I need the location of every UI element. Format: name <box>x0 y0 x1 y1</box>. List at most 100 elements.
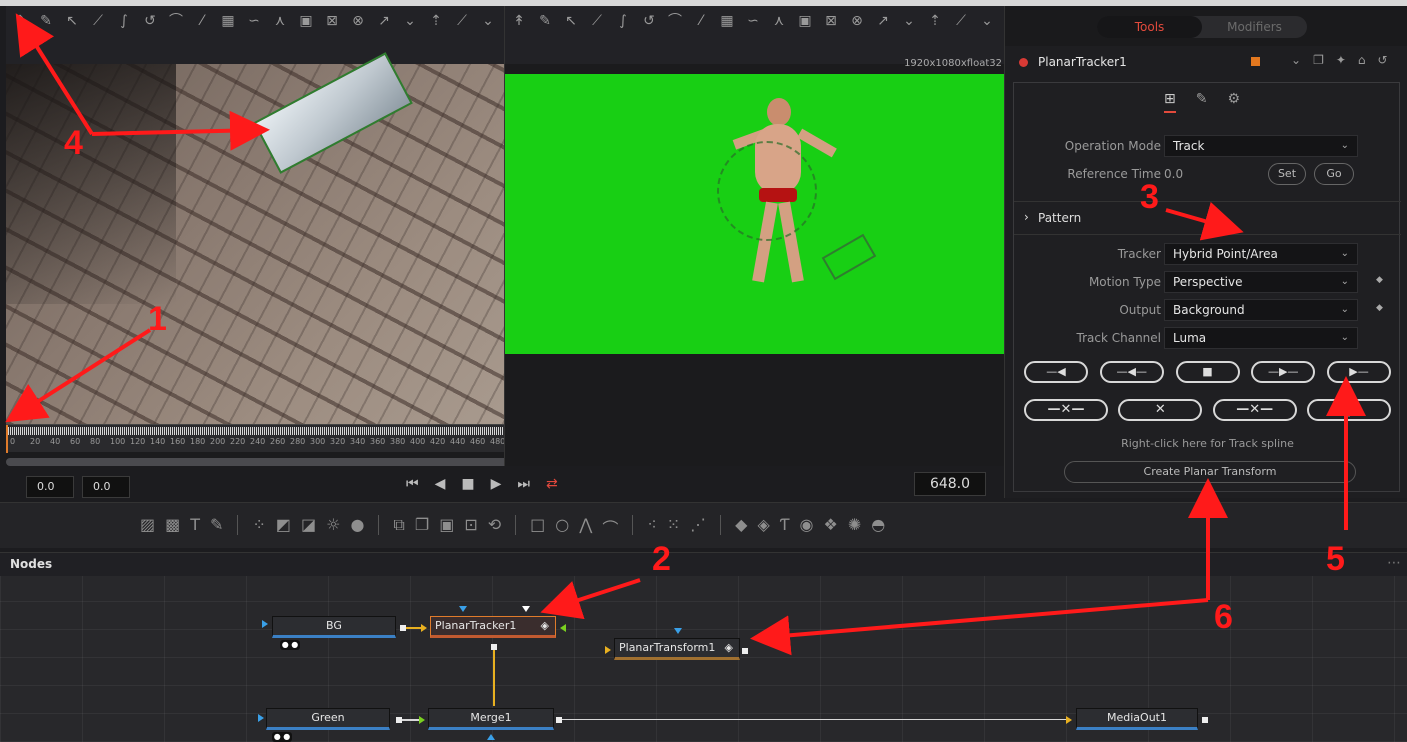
text-icon[interactable]: T <box>190 515 200 539</box>
playhead[interactable] <box>6 425 8 453</box>
transform-icon[interactable]: ⟲ <box>488 515 501 539</box>
paint-icon[interactable]: ✎ <box>210 515 223 539</box>
clear-before-button[interactable]: —✕— <box>1024 399 1108 421</box>
points-icon[interactable]: ⋏ <box>771 12 787 30</box>
operation-mode-dropdown[interactable]: Track ⌄ <box>1164 135 1358 157</box>
extra-tool-icon[interactable]: ⇡ <box>927 12 943 30</box>
reset-icon[interactable]: ↺ <box>1378 53 1388 67</box>
node-editor[interactable]: BG ● ● PlanarTracker1 ◈ PlanarTransform1 ◈… <box>0 576 1407 742</box>
chevron-down-icon[interactable]: ⌄ <box>979 12 995 30</box>
shape-icon[interactable]: ⊗ <box>849 12 865 30</box>
resize-icon[interactable]: ⊡ <box>464 515 477 539</box>
viewer-right[interactable]: ↟ ✎ ↖ ⟋ ∫ ↺ ⌒ ⁄ ▦ ∽ ⋏ ▣ ⊠ ⊗ ↗ ⌄ ⇡ ⟋ ⌄ 19… <box>504 6 1005 498</box>
tracker-side-input[interactable] <box>560 624 566 632</box>
current-frame-field[interactable]: 648.0 <box>914 472 986 496</box>
merge-output-square[interactable] <box>556 717 562 723</box>
shape3d-icon[interactable]: ◆ <box>735 515 747 539</box>
media-icon[interactable]: ▩ <box>165 515 180 539</box>
go-button[interactable]: Go <box>1314 163 1354 185</box>
in-point-field[interactable]: 0.0 <box>26 476 74 498</box>
play-reverse-icon[interactable]: ◀ <box>435 476 446 492</box>
go-to-start-icon[interactable]: ⏮ <box>406 476 419 492</box>
line-icon[interactable]: ⁄ <box>194 12 210 30</box>
bspline-icon[interactable]: ∫ <box>615 12 631 30</box>
loop-icon[interactable]: ↺ <box>641 12 657 30</box>
layer-icon[interactable]: ❐ <box>415 515 429 539</box>
particles-icon[interactable]: ⁘ <box>252 515 265 539</box>
imageplane3d-icon[interactable]: ❖ <box>824 515 838 539</box>
controls-page-icon[interactable]: ⊞ <box>1164 91 1176 113</box>
chevron-down-icon[interactable]: ⌄ <box>1291 53 1301 67</box>
timeline-ruler[interactable]: 0 20 40 60 80 100 120 140 160 180 200 220 240 260 280 3… <box>6 424 505 453</box>
output-dropdown[interactable]: Background ⌄ <box>1164 299 1358 321</box>
node-green[interactable]: Green <box>266 708 390 730</box>
extra-tool-icon[interactable]: ⇡ <box>428 12 444 30</box>
node-bg[interactable]: BG <box>272 616 396 638</box>
brush-icon[interactable]: ⟋ <box>454 12 470 30</box>
node-planar-tracker[interactable]: PlanarTracker1 ◈ <box>430 616 556 638</box>
tracker-top-input[interactable] <box>459 606 467 612</box>
node-merge[interactable]: Merge1 <box>428 708 554 730</box>
bspline-icon[interactable]: ∫ <box>116 12 132 30</box>
track-to-end-button[interactable]: ▶— <box>1327 361 1391 383</box>
tracker-dropdown[interactable]: Hybrid Point/Area ⌄ <box>1164 243 1358 265</box>
settings-page-icon[interactable]: ✎ <box>1196 91 1208 113</box>
track-backward-button[interactable]: —◀— <box>1099 361 1164 383</box>
options-page-icon[interactable]: ⚙ <box>1227 91 1240 113</box>
transform-circle-guide[interactable] <box>717 141 817 241</box>
create-planar-transform-button[interactable]: Create Planar Transform <box>1064 461 1356 483</box>
select-icon[interactable]: ↖ <box>64 12 80 30</box>
version-icon[interactable]: ❐ <box>1313 53 1324 67</box>
transform-top-input[interactable] <box>674 628 682 634</box>
tracker-top-input-2[interactable] <box>522 606 530 612</box>
line-icon[interactable]: ⁄ <box>693 12 709 30</box>
camera3d-icon[interactable]: ◉ <box>800 515 814 539</box>
polygon-icon[interactable]: ⟋ <box>90 12 106 30</box>
transform-input-triangle[interactable] <box>605 646 611 654</box>
drop-icon[interactable]: ● <box>350 515 364 539</box>
box-select-icon[interactable]: ▦ <box>220 12 236 30</box>
lock-icon[interactable]: ⌂ <box>1358 53 1366 67</box>
node-media-out[interactable]: MediaOut1 <box>1076 708 1198 730</box>
inspector-node-header[interactable]: PlanarTracker1 ⌄ ❐ ✦ ⌂ ↺ <box>1005 48 1407 76</box>
green-viewer-indicator[interactable]: ● ● <box>272 732 292 742</box>
pattern-section[interactable]: › Pattern <box>1014 201 1401 235</box>
particle-force-icon[interactable]: ⋰ <box>690 515 706 539</box>
node-color-swatch[interactable] <box>1251 57 1260 66</box>
stop-tracking-button[interactable]: ■ <box>1175 361 1240 383</box>
keyframe-diamond-icon[interactable]: ◆ <box>1376 275 1383 285</box>
tracker-icon[interactable]: ▣ <box>439 515 454 539</box>
set-button[interactable]: Set <box>1268 163 1306 185</box>
chevron-down-icon[interactable]: ⌄ <box>402 12 418 30</box>
background-icon[interactable]: ▨ <box>140 515 155 539</box>
track-spline-hint[interactable]: Right-click here for Track spline <box>1014 437 1401 450</box>
track-to-start-button[interactable]: —◀ <box>1024 361 1088 383</box>
pen-icon[interactable]: ✎ <box>537 12 553 30</box>
shape-icon[interactable]: ⊗ <box>350 12 366 30</box>
pen-icon[interactable]: ✎ <box>38 12 54 30</box>
bg-viewer-indicator[interactable]: ● ● <box>280 640 300 650</box>
color-icon[interactable]: ◪ <box>301 515 316 539</box>
points-icon[interactable]: ⋏ <box>272 12 288 30</box>
transform-output-square[interactable] <box>742 648 748 654</box>
smooth-icon[interactable]: ∽ <box>745 12 761 30</box>
tab-tools[interactable]: Tools <box>1097 16 1202 38</box>
polygon-mask-icon[interactable]: ⋀ <box>579 515 592 539</box>
delete-icon[interactable]: ⊠ <box>823 12 839 30</box>
mask-icon[interactable]: ◩ <box>276 515 291 539</box>
renderer3d-icon[interactable]: ◓ <box>871 515 885 539</box>
text3d-icon[interactable]: Ƭ <box>780 515 790 539</box>
pin-icon[interactable]: ✦ <box>1336 53 1346 67</box>
loop-icon[interactable]: ⇄ <box>546 476 558 492</box>
particle-render-icon[interactable]: ⁙ <box>667 515 680 539</box>
bg-input-triangle[interactable] <box>262 620 268 628</box>
mediaout-output-square[interactable] <box>1202 717 1208 723</box>
reference-time-value[interactable]: 0.0 <box>1164 167 1183 181</box>
clear-after-button[interactable]: —✕— <box>1212 399 1297 421</box>
select-icon[interactable]: ↖ <box>563 12 579 30</box>
stop-icon[interactable]: ■ <box>461 476 474 492</box>
delete-icon[interactable]: ⊠ <box>324 12 340 30</box>
keyframe-diamond-icon[interactable]: ◆ <box>1376 303 1383 313</box>
tracker-input-triangle[interactable] <box>421 624 427 632</box>
box-select-icon[interactable]: ▦ <box>719 12 735 30</box>
